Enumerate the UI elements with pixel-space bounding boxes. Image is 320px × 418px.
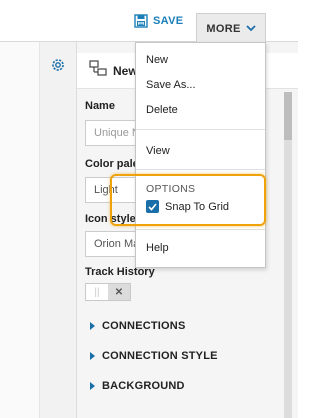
caret-right-icon — [90, 352, 95, 360]
section-connections[interactable]: CONNECTIONS — [90, 320, 185, 332]
section-background[interactable]: BACKGROUND — [90, 380, 185, 392]
save-button[interactable]: SAVE — [134, 10, 183, 32]
menu-item-view[interactable]: View — [146, 145, 170, 157]
caret-right-icon — [90, 322, 95, 330]
section-label: BACKGROUND — [102, 380, 185, 392]
top-toolbar: SAVE MORE — [0, 0, 298, 43]
section-connection-style[interactable]: CONNECTION STYLE — [90, 350, 218, 362]
canvas-area — [0, 42, 40, 418]
close-icon: ✕ — [108, 284, 130, 300]
toggle-off-segment: || — [86, 284, 108, 300]
more-label: MORE — [206, 22, 241, 35]
options-heading: OPTIONS — [146, 183, 196, 195]
menu-item-help[interactable]: Help — [146, 242, 169, 254]
panel-title: New — [113, 63, 138, 78]
more-button[interactable]: MORE — [196, 13, 266, 43]
save-label: SAVE — [153, 15, 184, 27]
scrollbar[interactable] — [284, 92, 292, 418]
more-menu: New Save As... Delete View OPTIONS Snap … — [135, 42, 266, 268]
color-palette-label: Color pale — [85, 158, 139, 170]
snap-to-grid-label: Snap To Grid — [165, 200, 230, 213]
menu-divider — [136, 169, 265, 170]
snap-to-grid-checkbox[interactable] — [146, 200, 159, 213]
menu-item-save-as[interactable]: Save As... — [146, 79, 196, 91]
menu-item-delete[interactable]: Delete — [146, 104, 178, 116]
menu-divider — [136, 129, 265, 130]
checkmark-icon — [148, 198, 157, 216]
section-label: CONNECTIONS — [102, 320, 186, 332]
section-label: CONNECTION STYLE — [102, 350, 218, 362]
icon-style-label: Icon style — [85, 213, 136, 225]
name-label: Name — [85, 100, 115, 112]
scrollbar-thumb[interactable] — [284, 92, 292, 140]
snap-to-grid-option[interactable]: Snap To Grid — [146, 200, 229, 213]
gear-icon[interactable] — [50, 57, 66, 78]
track-history-toggle[interactable]: || ✕ — [85, 283, 131, 301]
menu-item-new[interactable]: New — [146, 54, 168, 66]
save-icon — [134, 14, 148, 28]
chevron-down-icon — [245, 23, 256, 35]
settings-rail — [40, 42, 77, 418]
menu-divider — [136, 229, 265, 230]
diagram-icon — [89, 60, 107, 81]
caret-right-icon — [90, 382, 95, 390]
